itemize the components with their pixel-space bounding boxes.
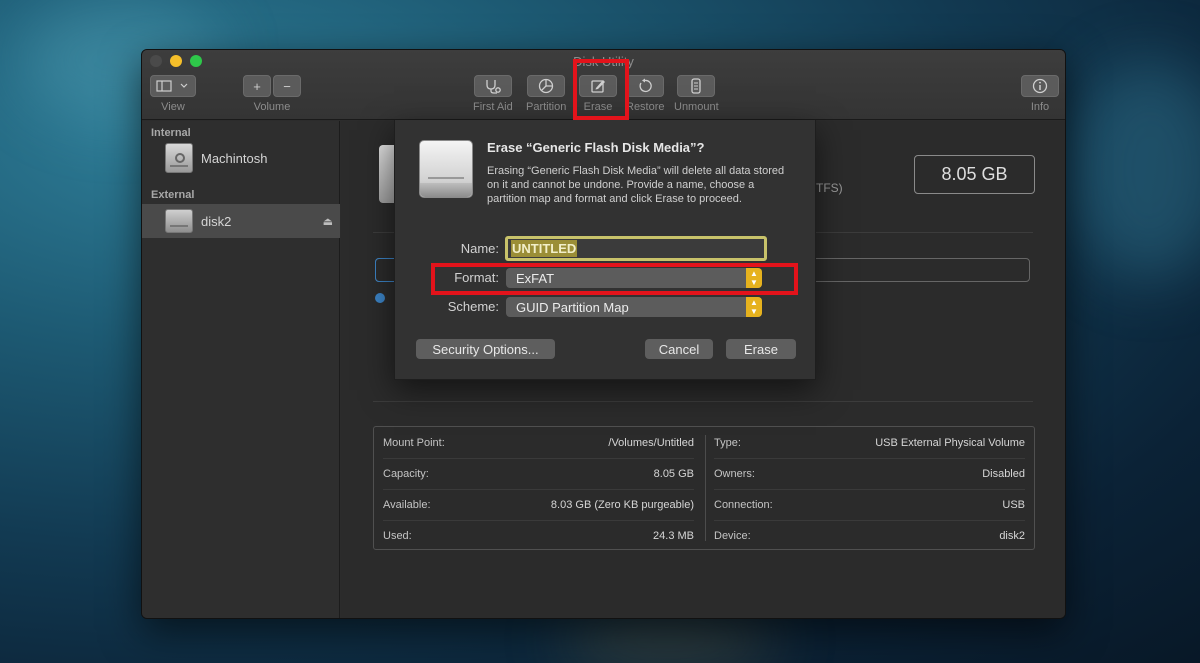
unmount-group: Unmount [674, 75, 719, 113]
info-row-capacity: Capacity: 8.05 GB [383, 458, 694, 489]
info-key: Mount Point: [383, 436, 445, 449]
volume-format-text: TFS) [816, 181, 843, 195]
internal-disk-icon [165, 143, 193, 173]
scheme-select[interactable]: GUID Partition Map ▲ ▼ [506, 297, 762, 317]
restore-button[interactable] [626, 75, 665, 97]
sidebar-item-label: disk2 [201, 213, 232, 229]
info-row-available: Available: 8.03 GB (Zero KB purgeable) [383, 489, 694, 520]
add-volume-button[interactable]: + [243, 75, 271, 97]
info-key: Device: [714, 529, 751, 542]
info-value: USB [1002, 498, 1025, 511]
sidebar: Internal Machintosh External disk2 ⏏ [142, 121, 340, 618]
stethoscope-icon [486, 80, 501, 94]
restore-group: Restore [626, 75, 665, 113]
info-value: /Volumes/Untitled [608, 436, 694, 449]
info-group: Info [1021, 75, 1059, 113]
partition-label: Partition [526, 101, 567, 113]
info-value: 8.05 GB [653, 467, 694, 480]
first-aid-label: First Aid [473, 101, 513, 113]
name-label: Name: [460, 241, 499, 256]
info-button[interactable] [1021, 75, 1059, 97]
info-row-device: Device: disk2 [714, 520, 1025, 551]
info-key: Connection: [714, 498, 773, 511]
info-row-owners: Owners: Disabled [714, 458, 1025, 489]
scheme-label: Scheme: [447, 299, 499, 314]
desktop-glow [1070, 60, 1200, 280]
capacity-box: 8.05 GB [914, 155, 1035, 194]
sidebar-item-disk2[interactable]: disk2 ⏏ [142, 204, 340, 238]
scheme-select-value: GUID Partition Map [516, 299, 629, 315]
name-field-value: UNTITLED [511, 240, 578, 257]
dialog-title: Erase “Generic Flash Disk Media”? [487, 140, 705, 155]
first-aid-group: First Aid [473, 75, 513, 113]
info-key: Used: [383, 529, 412, 542]
cancel-button[interactable]: Cancel [645, 339, 713, 359]
info-key: Type: [714, 436, 741, 449]
info-column-divider [705, 435, 706, 541]
info-row-connection: Connection: USB [714, 489, 1025, 520]
unmount-button[interactable] [677, 75, 716, 97]
first-aid-button[interactable] [473, 75, 512, 97]
info-value: disk2 [999, 529, 1025, 542]
info-key: Owners: [714, 467, 755, 480]
sidebar-item-label: Machintosh [201, 150, 268, 166]
info-key: Available: [383, 498, 431, 511]
info-value: Disabled [982, 467, 1025, 480]
security-options-button[interactable]: Security Options... [416, 339, 555, 359]
volume-label: Volume [253, 101, 291, 113]
view-label: View [161, 101, 185, 113]
erase-dialog: Erase “Generic Flash Disk Media”? Erasin… [394, 120, 816, 380]
partition-group: Partition [526, 75, 566, 113]
erase-button[interactable]: Erase [726, 339, 796, 359]
name-field[interactable]: UNTITLED [505, 236, 767, 261]
info-row-used: Used: 24.3 MB [383, 520, 694, 551]
external-disk-icon [165, 209, 193, 233]
volume-group: + − Volume [243, 75, 301, 113]
sidebar-header-internal: Internal [151, 127, 191, 139]
remove-volume-button[interactable]: − [273, 75, 301, 97]
sidebar-item-machintosh[interactable]: Machintosh [142, 141, 340, 175]
info-panel: Mount Point: /Volumes/Untitled Capacity:… [373, 426, 1035, 550]
sidebar-header-external: External [151, 189, 195, 201]
info-value: 8.03 GB (Zero KB purgeable) [550, 498, 694, 511]
divider [373, 401, 1033, 402]
disk-utility-window: Disk Utility View + − Volume First Aid P… [141, 49, 1066, 619]
partition-button[interactable] [527, 75, 566, 97]
unmount-label: Unmount [674, 101, 719, 113]
erase-highlight-box [573, 59, 629, 120]
chevron-updown-icon: ▲ ▼ [746, 297, 762, 317]
dialog-message: Erasing “Generic Flash Disk Media” will … [487, 165, 785, 205]
info-key: Capacity: [383, 467, 429, 480]
info-row-mount-point: Mount Point: /Volumes/Untitled [383, 427, 694, 458]
restore-icon [639, 78, 653, 93]
info-label: Info [1030, 101, 1050, 113]
format-highlight-box [431, 263, 798, 295]
view-button[interactable] [150, 75, 196, 97]
sidebar-toggle-icon [156, 80, 188, 92]
info-row-type: Type: USB External Physical Volume [714, 427, 1025, 458]
eject-icon[interactable]: ⏏ [323, 215, 333, 228]
pie-chart-icon [539, 78, 554, 94]
used-legend-dot [375, 293, 385, 303]
unmount-icon [691, 78, 701, 94]
info-value: USB External Physical Volume [875, 436, 1025, 449]
external-disk-icon [419, 140, 473, 198]
restore-label: Restore [626, 101, 665, 113]
view-group: View [150, 75, 196, 113]
info-icon [1032, 78, 1048, 94]
info-value: 24.3 MB [653, 529, 694, 542]
